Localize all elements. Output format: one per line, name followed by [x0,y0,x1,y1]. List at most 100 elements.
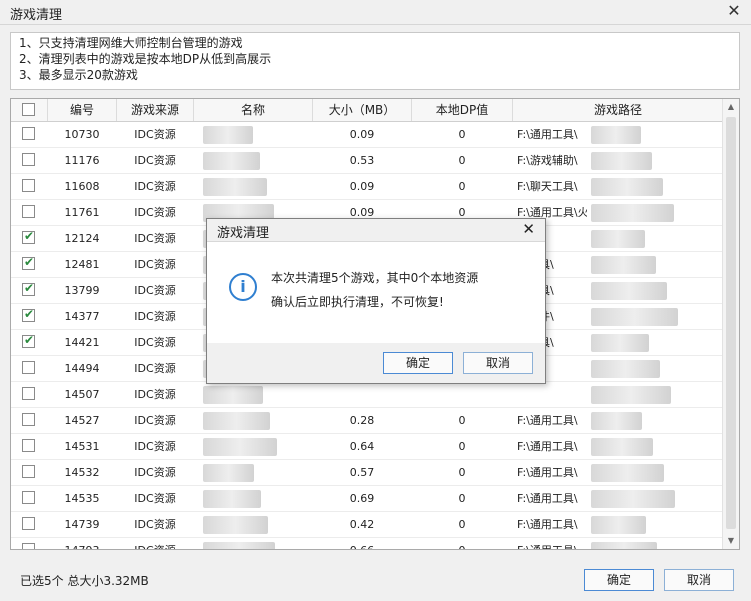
header-size[interactable]: 大小（MB） [313,99,412,121]
cell-dp: 0 [458,440,466,453]
cell-id: 10730 [64,128,100,141]
cell-size: 0.09 [349,180,375,193]
cell-dp: 0 [412,538,512,549]
dialog-confirm-button[interactable]: 确定 [383,352,453,374]
note-line: 1、只支持清理网维大师控制台管理的游戏 [19,36,243,50]
confirm-button[interactable]: 确定 [584,569,654,591]
dialog-message-line2: 确认后立即执行清理，不可恢复! [271,295,444,309]
window-title: 游戏清理 [10,8,63,23]
cell-source: IDC资源 [134,414,176,427]
redacted-name [203,464,254,482]
header-source[interactable]: 游戏来源 [117,99,194,121]
cell-source: IDC资源 [134,206,176,219]
header-name[interactable]: 名称 [194,99,313,121]
cell-source: IDC资源 [134,310,176,323]
cell-path: F:\通用工具\ [517,492,578,505]
cell-source: IDC资源 [134,466,176,479]
table-row[interactable]: 14507 IDC资源 [11,382,723,408]
row-checkbox[interactable] [22,387,35,400]
scroll-thumb[interactable] [726,117,736,529]
row-checkbox[interactable] [22,333,35,348]
dialog-titlebar: 游戏清理 ✕ [207,219,545,242]
cell-id: 11176 [64,154,100,167]
redacted-path [591,490,675,508]
cell-source: IDC资源 [134,258,176,271]
info-icon: i [229,273,257,301]
redacted-name [203,490,261,508]
dialog-cancel-button[interactable]: 取消 [463,352,533,374]
table-row[interactable]: 10730 IDC资源 0.09 0 F:\通用工具\ [11,122,723,148]
row-checkbox[interactable] [22,361,35,374]
cell-size: 0.53 [349,154,375,167]
cell-id: 12124 [64,232,100,245]
row-checkbox[interactable] [22,153,35,166]
redacted-path [591,334,649,352]
cancel-button[interactable]: 取消 [664,569,734,591]
row-checkbox[interactable] [22,491,35,504]
cell-source: IDC资源 [117,538,193,549]
redacted-path [591,282,667,300]
table-row[interactable]: 14535 IDC资源 0.69 0 F:\通用工具\ [11,486,723,512]
table-row[interactable]: 14527 IDC资源 0.28 0 F:\通用工具\ [11,408,723,434]
header-path[interactable]: 游戏路径 [513,99,723,121]
redacted-name [203,412,270,430]
cell-source: IDC资源 [134,336,176,349]
table-row[interactable]: 14739 IDC资源 0.42 0 F:\通用工具\ [11,512,723,538]
cell-id: 14739 [64,518,100,531]
selection-status: 已选5个 总大小3.32MB [20,574,149,588]
cell-size: 0.57 [349,466,375,479]
redacted-name [203,438,277,456]
cell-path: F:\通用工具\ [517,128,578,141]
cell-id: 14527 [64,414,100,427]
cell-size [313,382,411,407]
cell-dp: 0 [458,466,466,479]
cell-size: 0.66 [313,538,411,549]
redacted-path [591,360,660,378]
redacted-name [203,516,268,534]
row-checkbox[interactable] [22,179,35,192]
redacted-path [591,516,646,534]
row-checkbox[interactable] [22,413,35,426]
row-checkbox[interactable] [22,543,35,549]
table-row[interactable]: 11608 IDC资源 0.09 0 F:\聊天工具\ [11,174,723,200]
cell-path: F:\通用工具\ [517,538,587,549]
row-checkbox[interactable] [22,255,35,270]
table-header: 编号 游戏来源 名称 大小（MB） 本地DP值 游戏路径 [11,99,723,122]
cell-id: 14531 [64,440,100,453]
cell-id: 11761 [64,206,100,219]
cell-size: 0.28 [349,414,375,427]
cell-id: 14532 [64,466,100,479]
cell-source: IDC资源 [134,440,176,453]
cell-path: F:\通用工具\ [517,518,578,531]
table-row[interactable]: 11176 IDC资源 0.53 0 F:\游戏辅助\ [11,148,723,174]
redacted-name [203,152,260,170]
row-checkbox[interactable] [22,229,35,244]
header-dp[interactable]: 本地DP值 [412,99,513,121]
cell-source: IDC资源 [134,362,176,375]
redacted-path [591,126,641,144]
cell-id: 14507 [64,388,100,401]
vertical-scrollbar[interactable]: ▲ ▼ [722,99,739,549]
row-checkbox[interactable] [22,281,35,296]
cell-path: F:\通用工具\ [517,466,578,479]
row-checkbox[interactable] [22,465,35,478]
row-checkbox[interactable] [22,127,35,140]
redacted-path [591,464,664,482]
redacted-path [591,386,671,404]
table-row[interactable]: 14532 IDC资源 0.57 0 F:\通用工具\ [11,460,723,486]
close-icon[interactable]: ✕ [725,2,743,20]
header-id[interactable]: 编号 [48,99,117,121]
cell-path [517,382,587,407]
scroll-down-icon[interactable]: ▼ [723,533,739,549]
scroll-up-icon[interactable]: ▲ [723,99,739,115]
row-checkbox[interactable] [22,307,35,322]
cell-id: 11608 [64,180,100,193]
table-row[interactable]: 14793IDC资源 0.660 F:\通用工具\ [11,538,723,549]
dialog-close-icon[interactable]: ✕ [522,220,535,238]
cell-id: 14377 [64,310,100,323]
row-checkbox[interactable] [22,439,35,452]
select-all-checkbox[interactable] [22,103,35,116]
row-checkbox[interactable] [22,517,35,530]
table-row[interactable]: 14531 IDC资源 0.64 0 F:\通用工具\ [11,434,723,460]
row-checkbox[interactable] [22,205,35,218]
